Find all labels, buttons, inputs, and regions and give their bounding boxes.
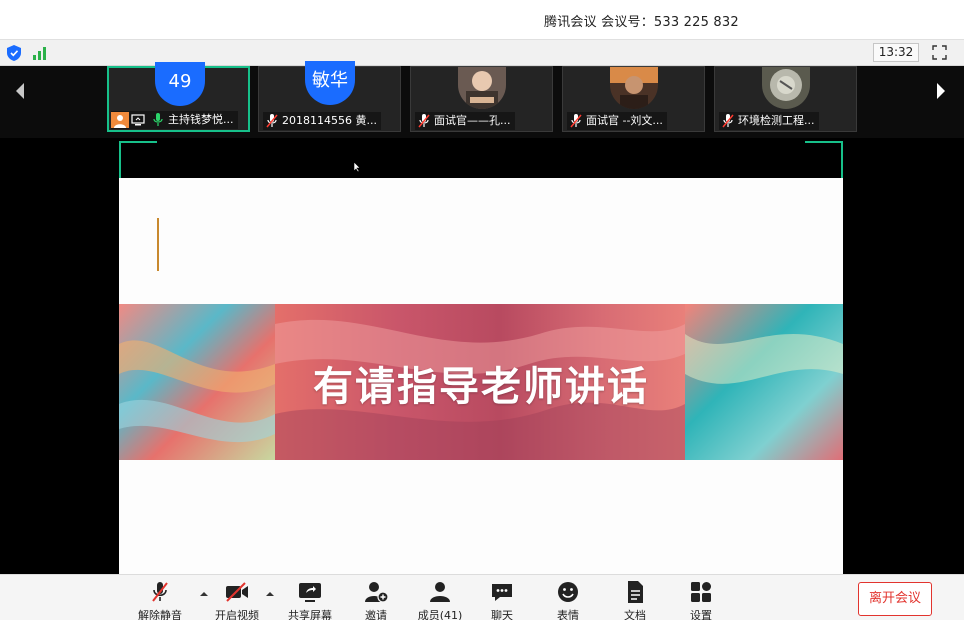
chevron-up-icon[interactable] <box>265 590 275 598</box>
start-video-label: 开启视频 <box>215 609 259 620</box>
avatar-photo <box>458 67 506 109</box>
chat-icon <box>492 584 512 601</box>
participant-tile[interactable]: 面试官 --刘文... <box>562 66 705 132</box>
docs-button[interactable]: 文档 <box>603 577 667 620</box>
avatar: 敏华 <box>305 61 355 105</box>
emoji-button[interactable]: 表情 <box>536 577 600 620</box>
docs-label: 文档 <box>624 609 646 620</box>
share-frame-corner <box>119 141 157 179</box>
settings-label: 设置 <box>690 609 712 620</box>
window-title: 腾讯会议 会议号：533 225 832 <box>544 15 739 30</box>
apps-grid-icon <box>691 582 711 602</box>
invite-button[interactable]: 邀请 <box>344 577 408 620</box>
smiley-icon <box>558 582 578 602</box>
chevron-right-icon[interactable] <box>931 80 951 102</box>
signal-icon[interactable] <box>32 46 48 60</box>
status-bar: 13:32 <box>0 40 964 66</box>
participant-tile[interactable]: 敏华 2018114556 黄... <box>258 61 401 132</box>
share-frame <box>119 141 843 179</box>
slide-accent-line <box>157 218 159 271</box>
meeting-window: 腾讯会议 会议号：533 225 832 13:32 49 主持钱梦悦... 敏… <box>0 0 964 620</box>
chevron-left-icon[interactable] <box>10 80 30 102</box>
participant-namebar: 面试官 --刘文... <box>567 112 667 130</box>
share-screen-icon <box>299 583 321 602</box>
title-bar: 腾讯会议 会议号：533 225 832 <box>0 0 964 40</box>
participant-namebar: 主持钱梦悦... <box>111 111 238 129</box>
participant-namebar: 2018114556 黄... <box>263 112 381 130</box>
participant-name: 主持钱梦悦... <box>168 113 234 126</box>
mic-muted-icon <box>570 114 582 128</box>
meeting-toolbar: 解除静音 开启视频 共享屏幕 邀请 成员(41) 聊天 表情 文档 设置 离开会… <box>0 574 964 620</box>
participant-tile[interactable]: 面试官——孔... <box>410 66 553 132</box>
mic-icon <box>153 113 163 126</box>
video-off-icon <box>226 582 248 602</box>
unmute-label: 解除静音 <box>138 609 182 620</box>
shared-screen: 有请指导老师讲话 <box>0 138 964 574</box>
shield-icon[interactable] <box>7 45 21 61</box>
chat-label: 聊天 <box>491 609 513 620</box>
participant-name: 面试官 --刘文... <box>586 114 663 127</box>
participant-tile[interactable]: 49 主持钱梦悦... <box>107 62 250 132</box>
chat-button[interactable]: 聊天 <box>470 577 534 620</box>
unmute-button[interactable]: 解除静音 <box>128 577 192 620</box>
document-icon <box>628 581 643 603</box>
participant-name: 2018114556 黄... <box>282 114 377 127</box>
participant-tile[interactable]: 环境检测工程... <box>714 66 857 132</box>
presentation-slide: 有请指导老师讲话 <box>119 178 843 574</box>
avatar-photo <box>610 67 658 109</box>
participant-namebar: 面试官——孔... <box>415 112 515 130</box>
participant-namebar: 环境检测工程... <box>719 112 819 130</box>
banner-title: 有请指导老师讲话 <box>313 364 649 410</box>
start-video-button[interactable]: 开启视频 <box>205 577 269 620</box>
members-icon <box>430 582 450 602</box>
emoji-label: 表情 <box>557 609 579 620</box>
invite-label: 邀请 <box>365 609 387 620</box>
avatar: 49 <box>155 62 205 106</box>
members-label: 成员(41) <box>417 609 463 620</box>
add-user-icon <box>365 582 389 603</box>
settings-button[interactable]: 设置 <box>669 577 733 620</box>
participant-name: 面试官——孔... <box>434 114 511 127</box>
mic-muted-icon <box>266 114 278 128</box>
mouse-cursor-icon <box>353 161 361 173</box>
share-screen-button[interactable]: 共享屏幕 <box>278 577 342 620</box>
share-screen-label: 共享屏幕 <box>288 609 332 620</box>
meeting-clock: 13:32 <box>873 43 919 62</box>
screen-share-icon <box>131 114 145 126</box>
participant-name: 环境检测工程... <box>738 114 815 127</box>
video-strip: 49 主持钱梦悦... 敏华 2018114556 黄... 面试官——孔...… <box>0 61 964 138</box>
share-frame-corner <box>805 141 843 179</box>
mic-muted-icon <box>152 582 168 602</box>
mic-muted-icon <box>418 114 430 128</box>
mic-muted-icon <box>722 114 734 128</box>
members-button[interactable]: 成员(41) <box>408 577 472 620</box>
leave-meeting-button[interactable]: 离开会议 <box>858 582 932 616</box>
host-icon <box>111 112 129 128</box>
fullscreen-icon[interactable] <box>932 45 947 60</box>
slide-banner: 有请指导老师讲话 <box>119 304 843 460</box>
avatar-photo <box>762 67 810 109</box>
